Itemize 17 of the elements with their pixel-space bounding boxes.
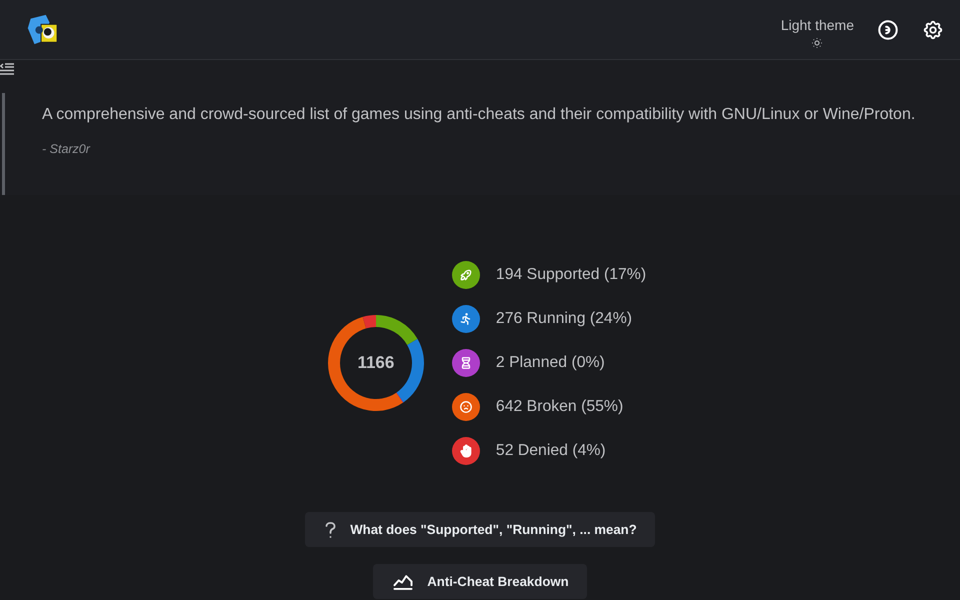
area-chart-icon bbox=[393, 574, 414, 590]
legend-label: 194 Supported (17%) bbox=[496, 266, 646, 284]
legend-label: 642 Broken (55%) bbox=[496, 398, 624, 416]
status-help-button[interactable]: What does "Supported", "Running", ... mean? bbox=[305, 512, 655, 547]
circled-reverse-c-icon[interactable] bbox=[877, 18, 899, 40]
legend-label: 276 Running (24%) bbox=[496, 310, 632, 328]
question-mark-icon bbox=[325, 522, 336, 538]
quote-author: - Starz0r bbox=[42, 142, 92, 156]
theme-toggle-button[interactable]: Light theme bbox=[780, 16, 854, 48]
collapse-menu-icon[interactable] bbox=[0, 62, 14, 76]
legend-label: 52 Denied (4%) bbox=[496, 442, 606, 460]
total-count: 1166 bbox=[357, 353, 394, 373]
legend-label: 2 Planned (0%) bbox=[496, 354, 605, 372]
sun-icon bbox=[811, 36, 824, 48]
quote-text: A comprehensive and crowd-sourced list of games using anti-cheats and their compatibility with GNU/Linux or Wine/Proton. bbox=[42, 105, 916, 125]
settings-icon[interactable] bbox=[922, 18, 944, 40]
breakdown-button[interactable]: Anti-Cheat Breakdown bbox=[373, 564, 587, 599]
